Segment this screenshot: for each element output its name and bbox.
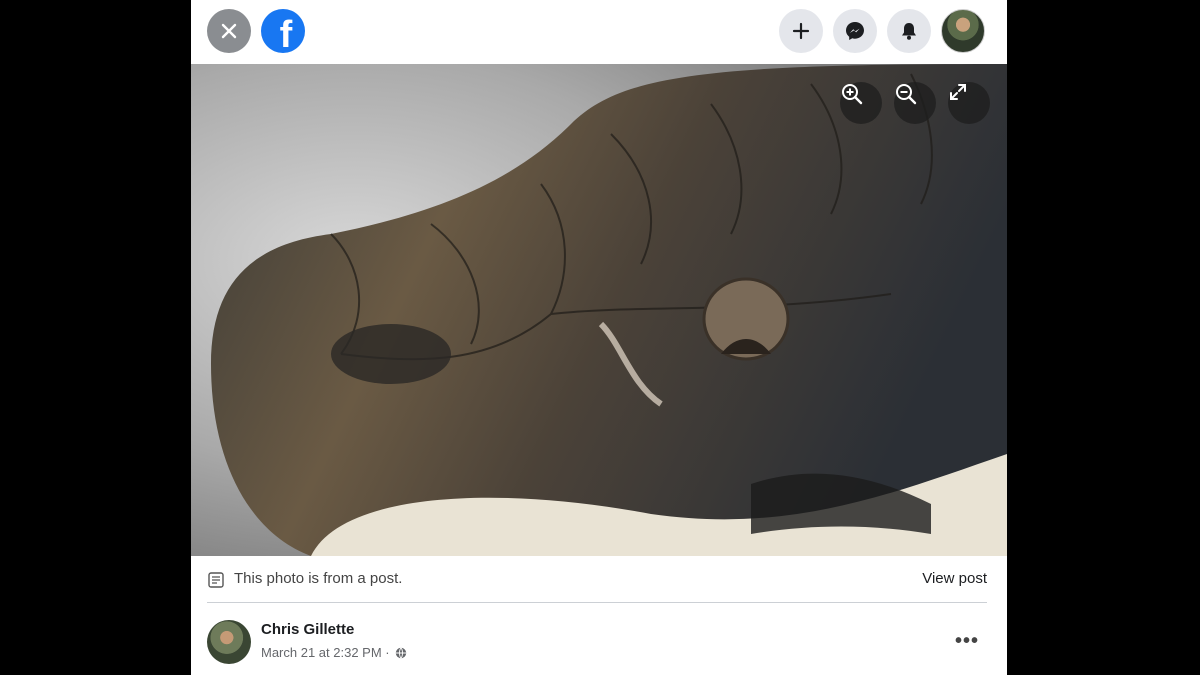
facebook-logo-letter: f <box>279 14 293 56</box>
zoom-in-button[interactable] <box>840 82 882 124</box>
author-name[interactable]: Chris Gillette <box>261 621 354 638</box>
zoom-out-button[interactable] <box>894 82 936 124</box>
post-document-icon <box>208 572 224 588</box>
profile-avatar[interactable] <box>941 9 985 53</box>
post-timestamp[interactable]: March 21 at 2:32 PM · <box>261 645 390 660</box>
photo-viewer-panel: f This photo is from a post. View post C… <box>191 0 1007 675</box>
plus-icon <box>792 22 810 40</box>
post-meta: March 21 at 2:32 PM · <box>261 645 407 660</box>
fullscreen-icon <box>950 84 966 100</box>
snake-photo-illustration <box>191 64 1007 556</box>
globe-icon <box>395 646 406 659</box>
notifications-button[interactable] <box>887 9 931 53</box>
author-avatar[interactable] <box>207 620 251 664</box>
fullscreen-button[interactable] <box>948 82 990 124</box>
more-options-button[interactable]: ••• <box>951 627 983 655</box>
zoom-in-icon <box>842 84 863 105</box>
close-button[interactable] <box>207 9 251 53</box>
view-post-link[interactable]: View post <box>922 570 987 587</box>
post-photo <box>191 64 1007 556</box>
divider <box>207 602 987 603</box>
post-source-row: This photo is from a post. View post <box>207 565 987 593</box>
facebook-logo-icon[interactable]: f <box>261 9 305 56</box>
messenger-button[interactable] <box>833 9 877 53</box>
messenger-icon <box>846 22 864 40</box>
zoom-out-icon <box>896 84 917 105</box>
bell-icon <box>902 23 916 40</box>
post-source-note: This photo is from a post. <box>234 570 403 587</box>
close-icon <box>221 23 237 39</box>
more-options-icon: ••• <box>954 629 979 652</box>
top-bar: f <box>191 0 1007 64</box>
create-button[interactable] <box>779 9 823 53</box>
